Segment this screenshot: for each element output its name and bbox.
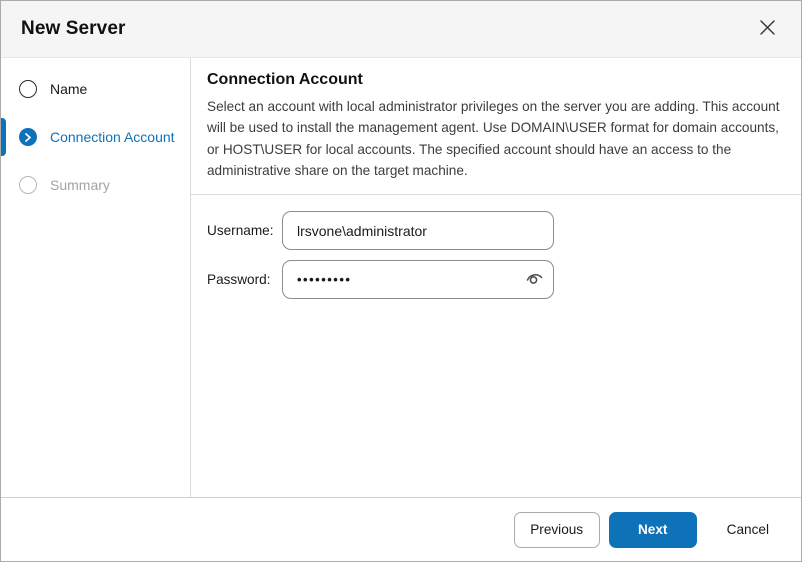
- close-icon: [759, 19, 776, 39]
- cancel-button[interactable]: Cancel: [727, 512, 769, 548]
- wizard-steps-sidebar: Name Connection Account Summary: [1, 58, 191, 497]
- step-label: Name: [50, 81, 88, 97]
- previous-button[interactable]: Previous: [513, 511, 600, 548]
- username-row: Username:: [207, 211, 785, 250]
- step-circle-icon: [19, 80, 37, 98]
- step-label: Connection Account: [50, 129, 175, 145]
- step-name[interactable]: Name: [1, 80, 190, 98]
- dialog-title: New Server: [21, 18, 126, 39]
- step-connection-account[interactable]: Connection Account: [1, 118, 190, 156]
- dialog-footer: Previous Next Cancel: [1, 497, 801, 561]
- content-intro: Connection Account Select an account wit…: [191, 58, 801, 195]
- dialog-header: New Server: [1, 1, 801, 58]
- page-title: Connection Account: [207, 71, 363, 88]
- show-password-button[interactable]: [522, 268, 546, 292]
- dialog-body: Name Connection Account Summary Connecti…: [1, 58, 801, 497]
- step-summary: Summary: [1, 176, 190, 194]
- new-server-dialog: New Server Name Connection Account Summa…: [0, 0, 802, 562]
- password-label: Password:: [207, 272, 271, 287]
- step-description: Select an account with local administrat…: [207, 99, 780, 178]
- step-chevron-circle-icon: [19, 128, 37, 146]
- active-step-indicator: [1, 118, 6, 156]
- step-circle-icon: [19, 176, 37, 194]
- step-label: Summary: [50, 177, 110, 193]
- step-content-panel: Connection Account Select an account wit…: [191, 58, 801, 497]
- username-field[interactable]: [282, 211, 554, 250]
- password-field[interactable]: [282, 260, 554, 299]
- close-button[interactable]: [755, 17, 779, 41]
- next-button[interactable]: Next: [608, 511, 697, 548]
- credentials-form: Username: Password:: [191, 195, 801, 309]
- username-label: Username:: [207, 223, 274, 238]
- password-row: Password:: [207, 260, 785, 299]
- eye-icon: [523, 267, 545, 292]
